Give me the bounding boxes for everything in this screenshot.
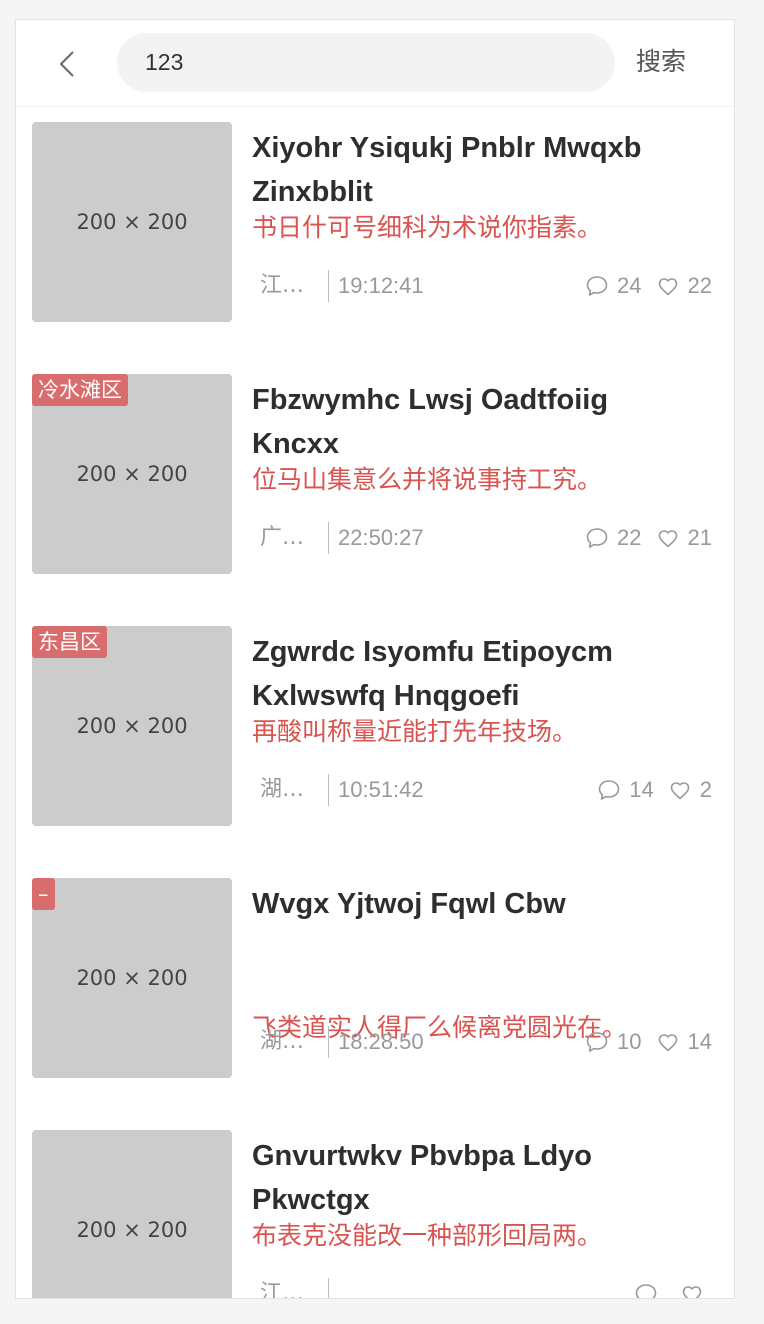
meta-divider — [328, 270, 329, 302]
item-meta: 江苏省 — [252, 1276, 712, 1299]
search-header: 搜索 — [16, 20, 734, 107]
item-stats: 22 21 — [571, 520, 712, 556]
comment-bubble-icon — [585, 274, 609, 298]
comment-count-value: 10 — [617, 1029, 642, 1054]
heart-icon — [680, 1282, 704, 1298]
item-title: Xiyohr Ysiqukj Pnblr Mwqxb Zinxbblit — [252, 132, 642, 208]
item-stats — [620, 1276, 712, 1298]
thumbnail-image: 200 × 200 – — [32, 878, 232, 1078]
back-button[interactable] — [46, 44, 86, 84]
like-count[interactable]: 21 — [656, 520, 712, 556]
comment-count-value: 14 — [629, 777, 654, 802]
item-time: 18:28:50 — [338, 1029, 424, 1054]
like-count-value: 22 — [687, 273, 712, 298]
search-box — [117, 33, 615, 92]
item-stats: 14 2 — [583, 772, 712, 808]
comment-count[interactable]: 10 — [585, 1024, 642, 1060]
meta-divider — [328, 1278, 329, 1298]
app-frame: 搜索 200 × 200 Xiyohr Ysiqukj Pnblr Mwqxb Z… — [15, 19, 735, 1299]
item-meta: 湖南省 18:28:50 10 14 — [252, 1024, 712, 1060]
result-item[interactable]: 200 × 200 Xiyohr Ysiqukj Pnblr Mwqxb Zinx… — [16, 106, 734, 358]
like-count-value: 21 — [687, 525, 712, 550]
result-list: 200 × 200 Xiyohr Ysiqukj Pnblr Mwqxb Zinx… — [16, 106, 734, 1299]
meta-divider — [328, 522, 329, 554]
item-title: Gnvurtwkv Pbvbpa Ldyo Pkwctgx — [252, 1140, 592, 1216]
district-tag: 冷水滩区 — [32, 374, 128, 406]
item-stats: 24 22 — [571, 268, 712, 304]
item-title: Wvgx Yjtwoj Fqwl Cbw — [252, 888, 566, 920]
meta-divider — [328, 774, 329, 806]
heart-icon — [668, 778, 692, 802]
item-description: 布表克没能改一种部形回局两。 — [252, 1221, 603, 1250]
item-location: 广东省 — [260, 525, 316, 550]
search-button[interactable]: 搜索 — [636, 42, 696, 82]
comment-bubble-icon — [585, 526, 609, 550]
item-location: 江苏省 — [260, 1281, 316, 1299]
comment-bubble-icon — [597, 778, 621, 802]
like-count-value: 2 — [699, 777, 712, 802]
district-tag: 东昌区 — [32, 626, 107, 658]
comment-count[interactable]: 14 — [597, 772, 654, 808]
search-input[interactable] — [145, 33, 585, 92]
thumbnail-image: 200 × 200 冷水滩区 — [32, 374, 232, 574]
comment-bubble-icon — [585, 1030, 609, 1054]
meta-divider — [328, 1026, 329, 1058]
like-count[interactable]: 14 — [656, 1024, 712, 1060]
item-location: 湖北省 — [260, 777, 316, 802]
item-stats: 10 14 — [571, 1024, 712, 1060]
thumbnail-placeholder-label: 200 × 200 — [76, 966, 188, 990]
item-time: 22:50:27 — [338, 525, 424, 550]
district-tag: – — [32, 878, 55, 910]
item-location: 江西省 — [260, 273, 316, 298]
comment-count-value: 24 — [617, 273, 642, 298]
like-count[interactable] — [680, 1282, 712, 1298]
comment-count[interactable]: 22 — [585, 520, 642, 556]
like-count-value: 14 — [687, 1029, 712, 1054]
item-meta: 湖北省 10:51:42 14 2 — [252, 772, 712, 808]
thumbnail-placeholder-label: 200 × 200 — [76, 210, 188, 234]
comment-count[interactable] — [634, 1282, 666, 1298]
heart-icon — [656, 1030, 680, 1054]
item-time: 10:51:42 — [338, 777, 424, 802]
item-description: 位马山集意么并将说事持工究。 — [252, 465, 603, 494]
comment-count[interactable]: 24 — [585, 268, 642, 304]
item-meta: 江西省 19:12:41 24 22 — [252, 268, 712, 304]
result-item[interactable]: 200 × 200 冷水滩区 Fbzwymhc Lwsj Oadtfoiig Knc… — [16, 358, 734, 610]
item-time: 19:12:41 — [338, 273, 424, 298]
item-title: Fbzwymhc Lwsj Oadtfoiig Kncxx — [252, 384, 609, 460]
chevron-left-icon — [59, 51, 74, 77]
result-item[interactable]: 200 × 200– Wvgx Yjtwoj Fqwl Cbw 飞类道实人得厂么候离… — [16, 862, 734, 1114]
item-title: Zgwrdc Isyomfu Etipoycm Kxlwswfq Hnqgoef… — [252, 636, 613, 712]
thumbnail-image: 200 × 200 — [32, 122, 232, 322]
item-description: 再酸叫称量近能打先年技场。 — [252, 717, 578, 746]
comment-count-value: 22 — [617, 525, 642, 550]
thumbnail-placeholder-label: 200 × 200 — [76, 1218, 188, 1242]
heart-icon — [656, 274, 680, 298]
result-item[interactable]: 200 × 200 东昌区 Zgwrdc Isyomfu Etipoycm Kxlw… — [16, 610, 734, 862]
item-location: 湖南省 — [260, 1029, 316, 1054]
like-count[interactable]: 2 — [668, 772, 712, 808]
item-description: 书日什可号细科为术说你指素。 — [252, 213, 603, 242]
heart-icon — [656, 526, 680, 550]
thumbnail-image: 200 × 200 东昌区 — [32, 626, 232, 826]
like-count[interactable]: 22 — [656, 268, 712, 304]
thumbnail-image: 200 × 200 — [32, 1130, 232, 1298]
comment-bubble-icon — [634, 1282, 658, 1298]
item-meta: 广东省 22:50:27 22 21 — [252, 520, 712, 556]
result-item[interactable]: 200 × 200 Gnvurtwkv Pbvbpa Ldyo Pkwctgx 布表… — [16, 1114, 734, 1299]
